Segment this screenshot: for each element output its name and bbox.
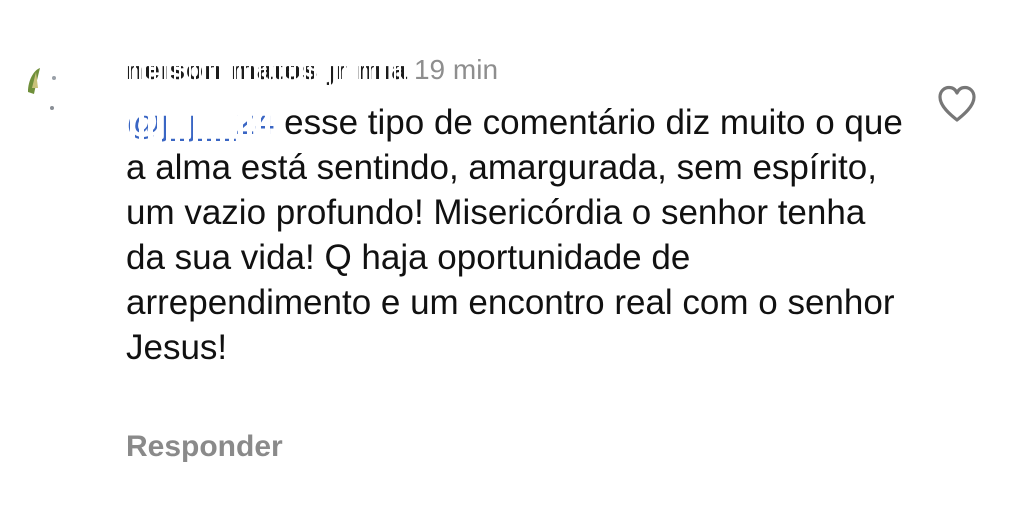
comment-item: nelson matos jr mia 19 min @j_j__24 esse… [0,0,1024,520]
comment-body: @j_j__24 esse tipo de comentário diz mui… [126,100,906,370]
like-button[interactable] [936,84,978,124]
comment-author[interactable]: nelson matos jr mia [126,66,408,86]
avatar-icon [28,68,56,110]
avatar[interactable] [22,58,78,114]
comment-timestamp: 19 min [413,54,499,85]
comment-meta: nelson matos jr mia 19 min [126,50,498,90]
heart-outline-icon [938,85,976,122]
reply-button[interactable]: Responder [126,430,283,464]
user-mention[interactable]: @j_j__24 [126,116,274,145]
